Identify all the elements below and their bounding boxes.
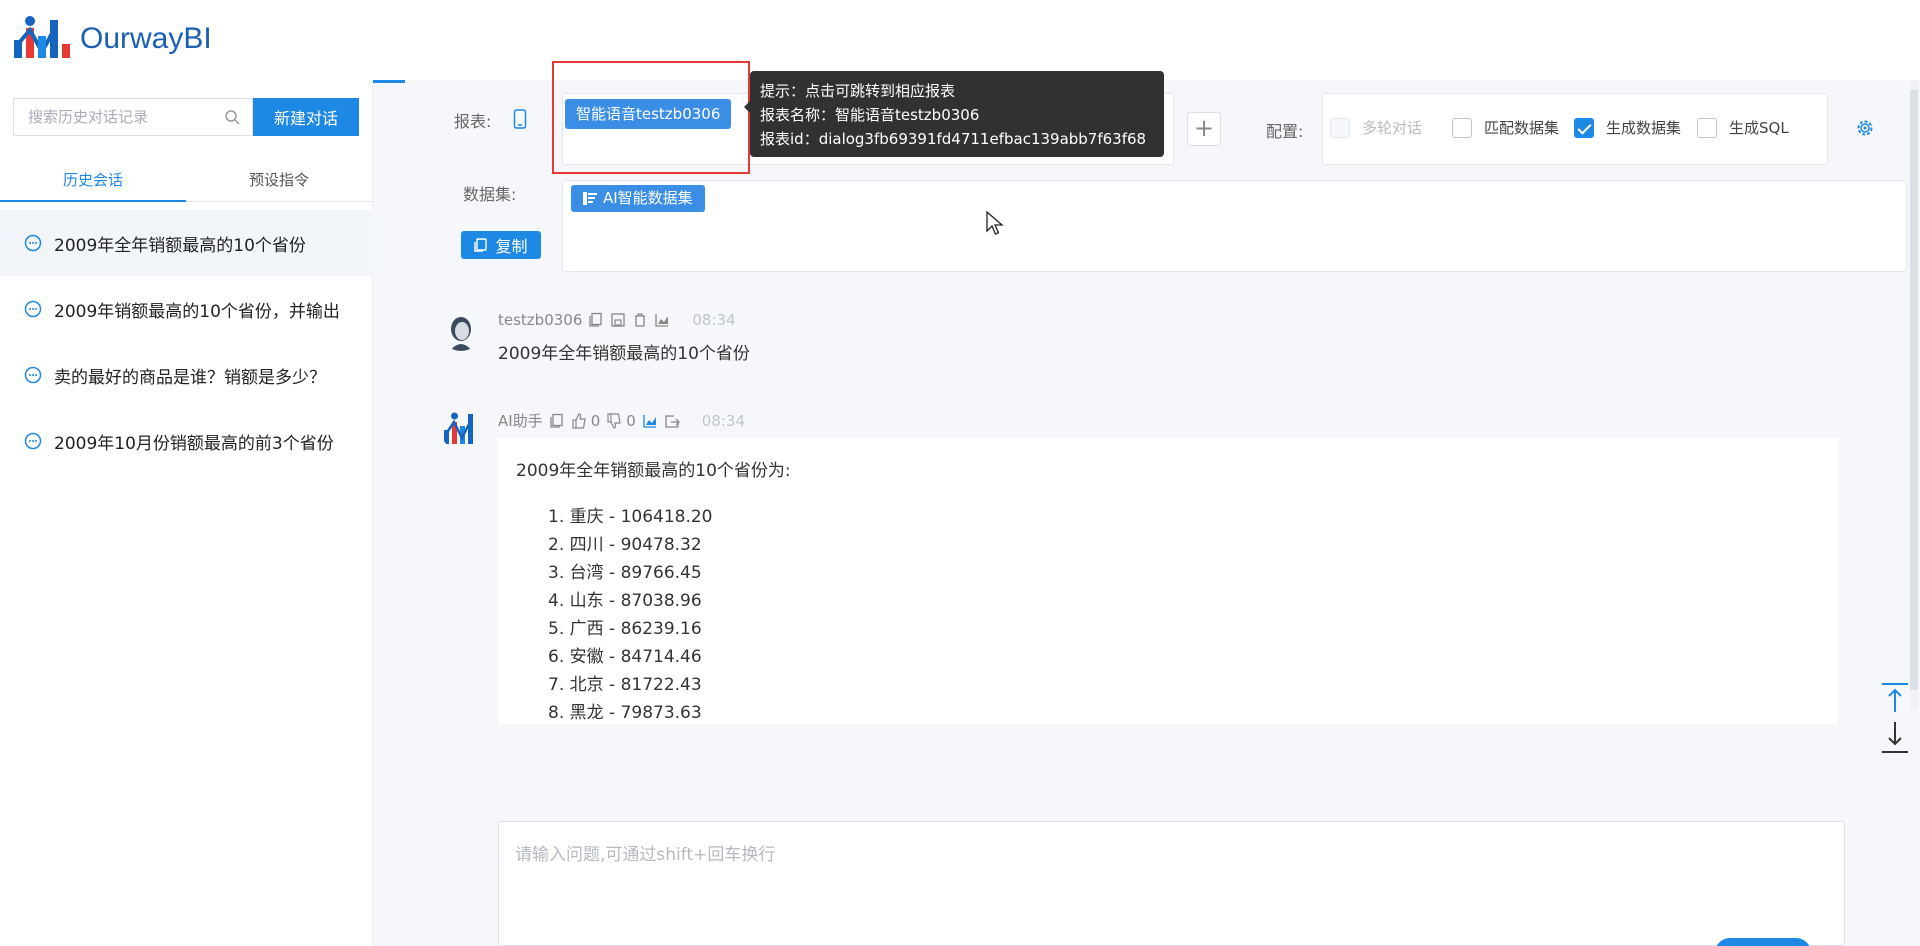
dataset-icon <box>583 192 597 205</box>
vertical-scrollbar[interactable] <box>1908 80 1920 710</box>
history-item[interactable]: 卖的最好的商品是谁？销额是多少？ <box>0 342 373 408</box>
mouse-cursor-icon <box>986 211 1004 235</box>
history-item-title: 2009年10月份销额最高的前3个省份 <box>54 433 334 454</box>
config-label: 配置: <box>1266 122 1304 141</box>
scroll-bottom-icon[interactable] <box>1882 722 1908 753</box>
assistant-answer: 2009年全年销额最高的10个省份为: 1. 重庆 - 106418.20 2.… <box>498 438 1838 724</box>
history-item[interactable]: 2009年销额最高的10个省份，并输出 <box>0 276 373 342</box>
thumbs-up-icon[interactable] <box>571 412 587 429</box>
like-count: 0 <box>590 411 601 430</box>
scroll-top-icon[interactable] <box>1882 683 1908 712</box>
highlight-annotation <box>552 61 750 174</box>
copy-icon <box>474 238 488 252</box>
mobile-icon[interactable] <box>513 109 527 129</box>
save-icon[interactable] <box>610 312 626 328</box>
list-item: 1. 重庆 - 106418.20 <box>548 507 713 527</box>
checkbox-box[interactable] <box>1452 117 1472 138</box>
history-item[interactable]: 2009年全年销额最高的10个省份 <box>0 210 373 276</box>
dataset-selector[interactable] <box>562 180 1907 272</box>
report-label: 报表: <box>454 112 492 131</box>
chat-bubble-icon <box>24 234 42 252</box>
chat-bubble-icon <box>24 366 42 384</box>
history-search-input[interactable] <box>28 108 218 126</box>
history-search <box>13 98 253 136</box>
dislike-count: 0 <box>626 411 636 430</box>
user-name: testzb0306 <box>498 311 583 329</box>
chart-icon[interactable] <box>642 413 658 429</box>
dataset-tag-label: AI智能数据集 <box>603 189 693 207</box>
tooltip-hint: 提示：点击可跳转到相应报表 <box>760 82 956 100</box>
list-item: 5. 广西 - 86239.16 <box>548 619 702 639</box>
history-list: 2009年全年销额最高的10个省份 2009年销额最高的10个省份，并输出 卖的… <box>0 210 373 474</box>
answer-intro: 2009年全年销额最高的10个省份为: <box>516 461 791 481</box>
thumbs-down-icon[interactable] <box>606 412 622 429</box>
question-input[interactable] <box>515 840 1828 920</box>
tab-presets[interactable]: 预设指令 <box>186 158 372 201</box>
search-icon[interactable] <box>224 109 240 125</box>
generate-sql-checkbox[interactable]: 生成SQL <box>1697 117 1789 138</box>
assistant-name: AI助手 <box>498 412 543 430</box>
tab-history[interactable]: 历史会话 <box>0 158 186 202</box>
checkbox-box[interactable] <box>1574 117 1594 138</box>
user-message-time: 08:34 <box>692 311 736 329</box>
app-logo[interactable]: OurwayBI <box>12 14 212 64</box>
multi-turn-checkbox[interactable]: 多轮对话 <box>1330 117 1422 138</box>
chat-bubble-icon <box>24 432 42 450</box>
tooltip-report-name: 报表名称：智能语音testzb0306 <box>760 106 980 124</box>
dataset-tag[interactable]: AI智能数据集 <box>571 185 705 212</box>
history-item-title: 卖的最好的商品是谁？销额是多少？ <box>54 367 326 388</box>
copy-icon[interactable] <box>588 312 604 328</box>
list-item: 4. 山东 - 87038.96 <box>548 591 702 611</box>
tooltip-report-id: 报表id：dialog3fb69391fd4711efbac139abb7f63… <box>760 130 1147 148</box>
send-button[interactable] <box>1715 938 1811 946</box>
checkbox-box[interactable] <box>1330 117 1350 138</box>
checkbox-label: 生成数据集 <box>1606 119 1682 137</box>
sidebar: 新建对话 历史会话 预设指令 2009年全年销额最高的10个省份 2009年销额… <box>0 80 373 946</box>
assistant-message-time: 08:34 <box>701 411 746 430</box>
logo-icon <box>14 16 70 58</box>
user-avatar <box>440 309 482 351</box>
checkbox-label: 生成SQL <box>1729 119 1789 137</box>
history-item[interactable]: 2009年10月份销额最高的前3个省份 <box>0 408 373 474</box>
checkbox-label: 多轮对话 <box>1362 119 1423 137</box>
assistant-avatar <box>440 408 482 450</box>
history-item-title: 2009年销额最高的10个省份，并输出 <box>54 301 340 322</box>
report-tooltip: 提示：点击可跳转到相应报表 报表名称：智能语音testzb0306 报表id：d… <box>744 71 1164 157</box>
sidebar-tabs: 历史会话 预设指令 <box>0 158 373 202</box>
list-item: 3. 台湾 - 89766.45 <box>548 563 702 583</box>
export-icon[interactable] <box>664 413 680 429</box>
delete-icon[interactable] <box>632 312 648 328</box>
history-item-title: 2009年全年销额最高的10个省份 <box>54 235 306 256</box>
app-header: OurwayBI <box>0 0 1920 80</box>
scroll-controls <box>1882 683 1908 753</box>
copy-icon[interactable] <box>549 413 565 429</box>
question-input-box <box>498 821 1845 946</box>
chat-bubble-icon <box>24 300 42 318</box>
add-report-button[interactable]: + <box>1187 112 1221 146</box>
user-message-meta: testzb0306 08:34 <box>498 311 736 329</box>
chart-icon[interactable] <box>654 312 670 328</box>
checkbox-box[interactable] <box>1697 117 1717 138</box>
user-message-text: 2009年全年销额最高的10个省份 <box>498 344 750 364</box>
active-indicator <box>373 80 405 83</box>
list-item: 7. 北京 - 81722.43 <box>548 675 702 695</box>
gear-icon[interactable] <box>1855 118 1875 138</box>
dataset-label: 数据集: <box>463 185 517 204</box>
new-chat-button[interactable]: 新建对话 <box>253 98 359 136</box>
checkbox-label: 匹配数据集 <box>1484 119 1560 137</box>
copy-button-label: 复制 <box>495 237 528 256</box>
app-name: OurwayBI <box>80 22 212 55</box>
generate-dataset-checkbox[interactable]: 生成数据集 <box>1574 117 1681 138</box>
assistant-message-meta: AI助手 0 0 08:34 <box>498 410 745 431</box>
match-dataset-checkbox[interactable]: 匹配数据集 <box>1452 117 1559 138</box>
answer-list: 1. 重庆 - 106418.20 2. 四川 - 90478.32 3. 台湾… <box>516 503 1820 724</box>
list-item: 8. 黑龙 - 79873.63 <box>548 703 702 723</box>
list-item: 6. 安徽 - 84714.46 <box>548 647 702 667</box>
copy-button[interactable]: 复制 <box>461 231 541 259</box>
list-item: 2. 四川 - 90478.32 <box>548 535 702 555</box>
